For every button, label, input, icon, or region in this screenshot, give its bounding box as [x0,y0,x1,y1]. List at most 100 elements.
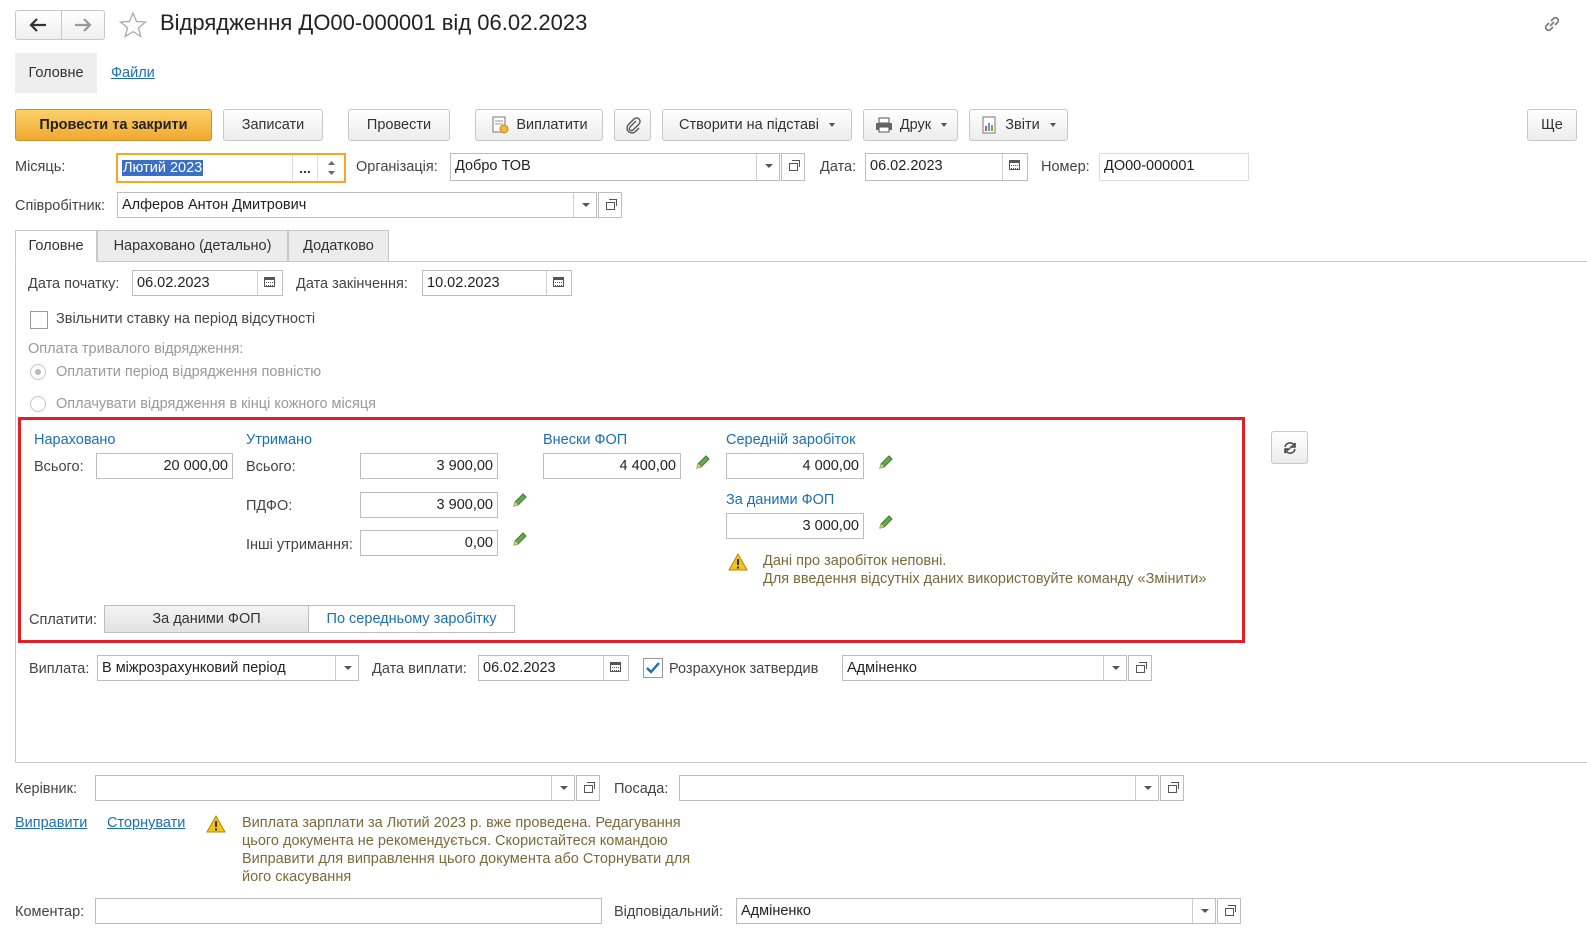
payment-dropdown[interactable] [335,656,358,680]
end-date-field[interactable]: 10.02.2023 [422,270,572,296]
edit-pencil-icon[interactable] [511,530,529,548]
summary-warning-line1: Дані про заробіток неповні. [763,553,947,569]
date-value: 06.02.2023 [870,158,943,174]
approved-open-button[interactable] [1128,655,1152,681]
pay-by-fop-option[interactable]: За даними ФОП [105,606,309,632]
calendar-icon[interactable] [1002,154,1027,180]
create-based-button[interactable]: Створити на підставі [662,109,852,141]
manager-label: Керівник: [15,781,77,797]
payment-field[interactable]: В міжрозрахунковий період [97,655,359,681]
avg-earnings-field[interactable]: 4 000,00 [726,453,864,479]
avg-earnings-value: 4 000,00 [802,458,859,474]
org-field[interactable]: Добро ТОВ [450,153,780,181]
back-button[interactable] [16,11,62,39]
pay-button[interactable]: Виплатити [475,109,603,141]
responsible-open-button[interactable] [1217,898,1241,924]
radio-pay-full[interactable] [30,364,46,380]
date-field[interactable]: 06.02.2023 [865,153,1028,181]
employee-open-button[interactable] [598,192,622,218]
employee-field[interactable]: Алферов Антон Дмитрович [117,192,597,218]
refresh-icon [1283,441,1296,454]
refresh-button[interactable] [1271,431,1308,464]
free-rate-label: Звільнити ставку на період відсутності [56,311,316,327]
org-value: Добро ТОВ [455,158,531,174]
chevron-down-icon [941,123,948,127]
position-open-button[interactable] [1160,775,1184,801]
attach-button[interactable] [614,109,651,141]
forward-button[interactable] [61,11,105,39]
edit-pencil-icon[interactable] [877,453,895,471]
post-button[interactable]: Провести [348,109,450,141]
comment-field[interactable] [95,898,602,924]
month-field[interactable]: Лютий 2023 ... [116,153,346,183]
fop-data-title: За даними ФОП [726,492,835,508]
radio-pay-monthly[interactable] [30,396,46,412]
employee-dropdown[interactable] [573,193,596,217]
section-main[interactable]: Головне [15,53,97,93]
reports-label: Звіти [1005,117,1040,133]
document-pay-icon [492,116,509,134]
section-files[interactable]: Файли [111,65,155,81]
other-withheld-field[interactable]: 0,00 [360,530,498,556]
org-dropdown[interactable] [756,154,779,180]
other-withheld-label: Інші утримання: [246,537,353,553]
edit-pencil-icon[interactable] [694,453,712,471]
pay-by-avg-option[interactable]: По середньому заробітку [309,606,514,632]
link-icon[interactable] [1541,13,1563,35]
reverse-link[interactable]: Сторнувати [107,815,185,831]
footer-warning-line: цього документа не рекомендується. Скори… [242,833,668,849]
edit-pencil-icon[interactable] [511,491,529,509]
page-title: Відрядження ДО00-000001 від 06.02.2023 [160,10,588,35]
calendar-icon[interactable] [257,271,282,295]
position-label: Посада: [614,781,669,797]
edit-pencil-icon[interactable] [877,513,895,531]
fix-link[interactable]: Виправити [15,815,87,831]
month-value: Лютий 2023 [122,160,204,176]
save-button[interactable]: Записати [223,109,323,141]
approved-value: Адміненко [847,660,917,676]
reports-button[interactable]: Звіти [969,109,1068,141]
calendar-icon[interactable] [603,656,628,680]
approved-field[interactable]: Адміненко [842,655,1127,681]
start-date-field[interactable]: 06.02.2023 [132,270,283,296]
free-rate-checkbox[interactable] [30,311,48,329]
fop-data-field[interactable]: 3 000,00 [726,513,864,539]
arrow-right-icon [75,18,92,32]
month-select-button[interactable]: ... [292,155,317,181]
manager-dropdown[interactable] [551,776,574,800]
responsible-field[interactable]: Адміненко [736,898,1216,924]
nav-buttons [15,10,105,40]
month-spinner[interactable] [317,155,345,181]
approved-checkbox[interactable] [643,658,663,678]
end-date-value: 10.02.2023 [427,275,500,291]
responsible-dropdown[interactable] [1192,899,1215,923]
manager-open-button[interactable] [576,775,600,801]
summary-warning-line2: Для введення відсутніх даних використову… [763,571,1207,587]
org-open-button[interactable] [781,153,805,181]
manager-field[interactable] [95,775,575,801]
radio-pay-monthly-label: Оплачувати відрядження в кінці кожного м… [56,396,377,412]
withheld-total-field[interactable]: 3 900,00 [360,453,498,479]
position-dropdown[interactable] [1135,776,1158,800]
payment-date-field[interactable]: 06.02.2023 [478,655,629,681]
more-button[interactable]: Ще [1527,109,1577,141]
position-field[interactable] [679,775,1159,801]
printer-icon [875,117,892,133]
fop-field[interactable]: 4 400,00 [543,453,681,479]
withheld-title: Утримано [246,432,313,448]
accrued-total-field[interactable]: 20 000,00 [96,453,233,479]
pay-by-toggle: За даними ФОП По середньому заробітку [104,605,515,633]
favorite-star-icon[interactable] [118,10,148,40]
print-button[interactable]: Друк [863,109,958,141]
chevron-down-icon [829,123,835,127]
pdfo-field[interactable]: 3 900,00 [360,492,498,518]
tab-accrued-detail[interactable]: Нараховано (детально) [97,230,288,262]
create-based-label: Створити на підставі [678,117,819,133]
tab-additional[interactable]: Додатково [288,230,389,262]
post-close-button[interactable]: Провести та закрити [15,109,212,141]
tab-main[interactable]: Головне [15,230,97,262]
start-date-label: Дата початку: [28,276,120,292]
approved-dropdown[interactable] [1103,656,1126,680]
calendar-icon[interactable] [546,271,571,295]
number-field[interactable]: ДО00-000001 [1099,153,1249,181]
